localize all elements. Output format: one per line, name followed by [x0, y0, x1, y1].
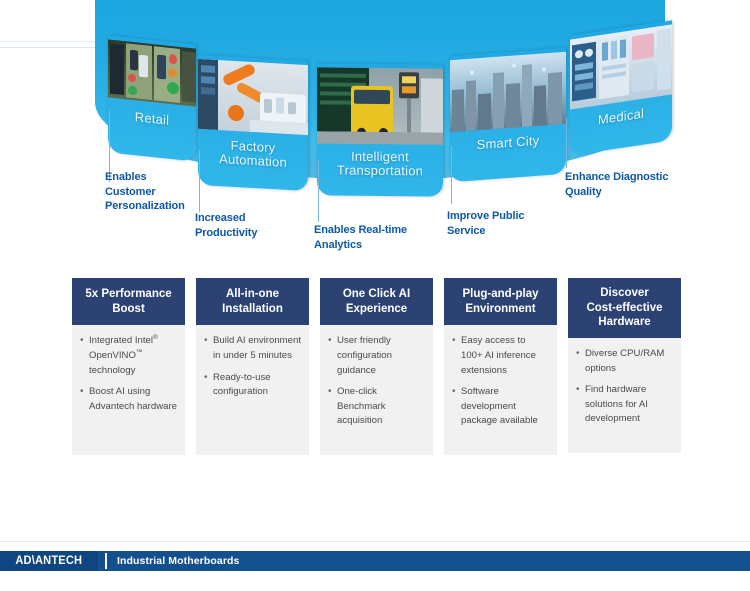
feature-card-title-line: Plug-and-play: [462, 288, 539, 300]
leader-line-transportation: [318, 160, 319, 222]
hero-panel-label: Factory Automation: [198, 137, 308, 171]
feature-card-title: 5x Performance Boost: [72, 278, 185, 326]
footer-divider-line: [0, 541, 750, 542]
feature-card-bullet-list: User friendly configuration guidance One…: [328, 333, 425, 429]
feature-card-one-click-ai-experience[interactable]: One Click AI Experience User friendly co…: [320, 278, 433, 456]
callout-line: Productivity: [195, 226, 258, 239]
callout-line: Personalization: [105, 200, 185, 213]
callout-line: Enables: [105, 171, 147, 183]
leader-line-medical: [566, 118, 567, 168]
callout-line: Service: [447, 224, 486, 237]
feature-card-title: Discover Cost-effective Hardware: [568, 278, 681, 339]
list-item: Boost AI using Advantech hardware: [80, 384, 177, 414]
hero-banner: Retail Enables Customer Personalization: [0, 0, 750, 265]
logo-part-post: ANTECH: [35, 555, 83, 567]
feature-card-bullet-list: Build AI environment in under 5 minutes …: [204, 333, 301, 400]
feature-card-title-line: Installation: [222, 302, 283, 315]
feature-card-bullet-list: Integrated Intel® OpenVINO™ technology B…: [80, 333, 177, 414]
feature-card-body: Build AI environment in under 5 minutes …: [196, 325, 309, 456]
callout-line: Customer: [105, 185, 156, 198]
callout-intelligent-transportation: Enables Real-time Analytics: [314, 223, 407, 252]
feature-card-title-line: Boost: [112, 302, 145, 315]
feature-card-all-in-one-installation[interactable]: All-in-one Installation Build AI environ…: [196, 278, 309, 456]
feature-card-body: Integrated Intel® OpenVINO™ technology B…: [72, 325, 185, 456]
feature-card-bullet-list: Easy access to 100+ AI inference extensi…: [452, 333, 549, 429]
list-item: Ready-to-use configuration: [204, 370, 301, 400]
footer-title: Industrial Motherboards: [117, 555, 240, 567]
callout-factory-automation: Increased Productivity: [195, 211, 257, 240]
feature-card-title-line: Discover: [600, 287, 649, 299]
feature-card-title-line: Experience: [345, 302, 408, 315]
advantech-logo-text: AD\ANTECH: [16, 555, 83, 567]
hero-panel-smart-city: Smart City: [450, 47, 566, 183]
list-item: Easy access to 100+ AI inference extensi…: [452, 333, 549, 378]
hero-panel-label: Smart City: [476, 132, 540, 153]
hero-panel-intelligent-transportation: Intelligent Transportation: [317, 63, 443, 197]
callout-smart-city: Improve Public Service: [447, 209, 525, 238]
list-item: User friendly configuration guidance: [328, 333, 425, 378]
feature-card-bullet-list: Diverse CPU/RAM options Find hardware so…: [576, 346, 673, 427]
list-item: Diverse CPU/RAM options: [576, 346, 673, 376]
feature-card-title: All-in-one Installation: [196, 278, 309, 326]
hero-panel-factory-automation: Factory Automation: [198, 54, 308, 192]
feature-card-body: Easy access to 100+ AI inference extensi…: [444, 325, 557, 456]
feature-card-plug-and-play-environment[interactable]: Plug-and-play Environment Easy access to…: [444, 278, 557, 456]
hero-panel-label: Intelligent Transportation: [317, 149, 443, 179]
feature-card-body: Diverse CPU/RAM options Find hardware so…: [568, 338, 681, 454]
hero-panel-medical: Medical: [570, 20, 672, 156]
callout-line: Enables Real-time: [314, 224, 408, 236]
hero-panel-retail: Retail: [108, 35, 196, 162]
feature-card-title-line: All-in-one: [225, 288, 280, 300]
list-item: One-click Benchmark acquisition: [328, 384, 425, 429]
hero-panel-label-line: Transportation: [336, 162, 424, 179]
leader-line-smart-city: [451, 146, 452, 204]
hero-panel-label: Retail: [134, 109, 170, 128]
callout-line: Improve Public: [447, 210, 525, 222]
callout-retail: Enables Customer Personalization: [105, 170, 185, 214]
feature-card-body: User friendly configuration guidance One…: [320, 325, 433, 456]
feature-card-title: One Click AI Experience: [320, 278, 433, 326]
list-item: Integrated Intel® OpenVINO™ technology: [80, 333, 177, 378]
footer-bar: AD\ANTECH Industrial Motherboards: [0, 551, 750, 571]
list-item: Find hardware solutions for AI developme…: [576, 382, 673, 427]
feature-card-performance-boost[interactable]: 5x Performance Boost Integrated Intel® O…: [72, 278, 185, 456]
callout-line: Enhance Diagnostic: [565, 171, 669, 183]
logo-part-pre: AD: [15, 555, 32, 567]
list-item: Build AI environment in under 5 minutes: [204, 333, 301, 363]
feature-card-title: Plug-and-play Environment: [444, 278, 557, 326]
advantech-logo[interactable]: AD\ANTECH: [0, 551, 98, 571]
feature-card-title-line: Cost-effective: [586, 301, 663, 314]
feature-card-title-line: One Click AI: [342, 288, 411, 300]
feature-cards: 5x Performance Boost Integrated Intel® O…: [0, 278, 750, 458]
feature-card-title-line: Environment: [465, 302, 536, 315]
feature-card-title-line: Hardware: [598, 316, 651, 329]
leader-line-factory: [199, 150, 200, 212]
hero-guide-line-2: [0, 41, 96, 42]
callout-line: Quality: [565, 185, 602, 198]
callout-medical: Enhance Diagnostic Quality: [565, 170, 668, 199]
list-item: Software development package available: [452, 384, 549, 429]
feature-card-discover-cost-effective-hardware[interactable]: Discover Cost-effective Hardware Diverse…: [568, 278, 681, 454]
callout-line: Analytics: [314, 238, 363, 251]
feature-card-title-line: 5x Performance: [85, 288, 172, 300]
footer-separator: [105, 553, 107, 569]
callout-line: Increased: [195, 212, 246, 224]
